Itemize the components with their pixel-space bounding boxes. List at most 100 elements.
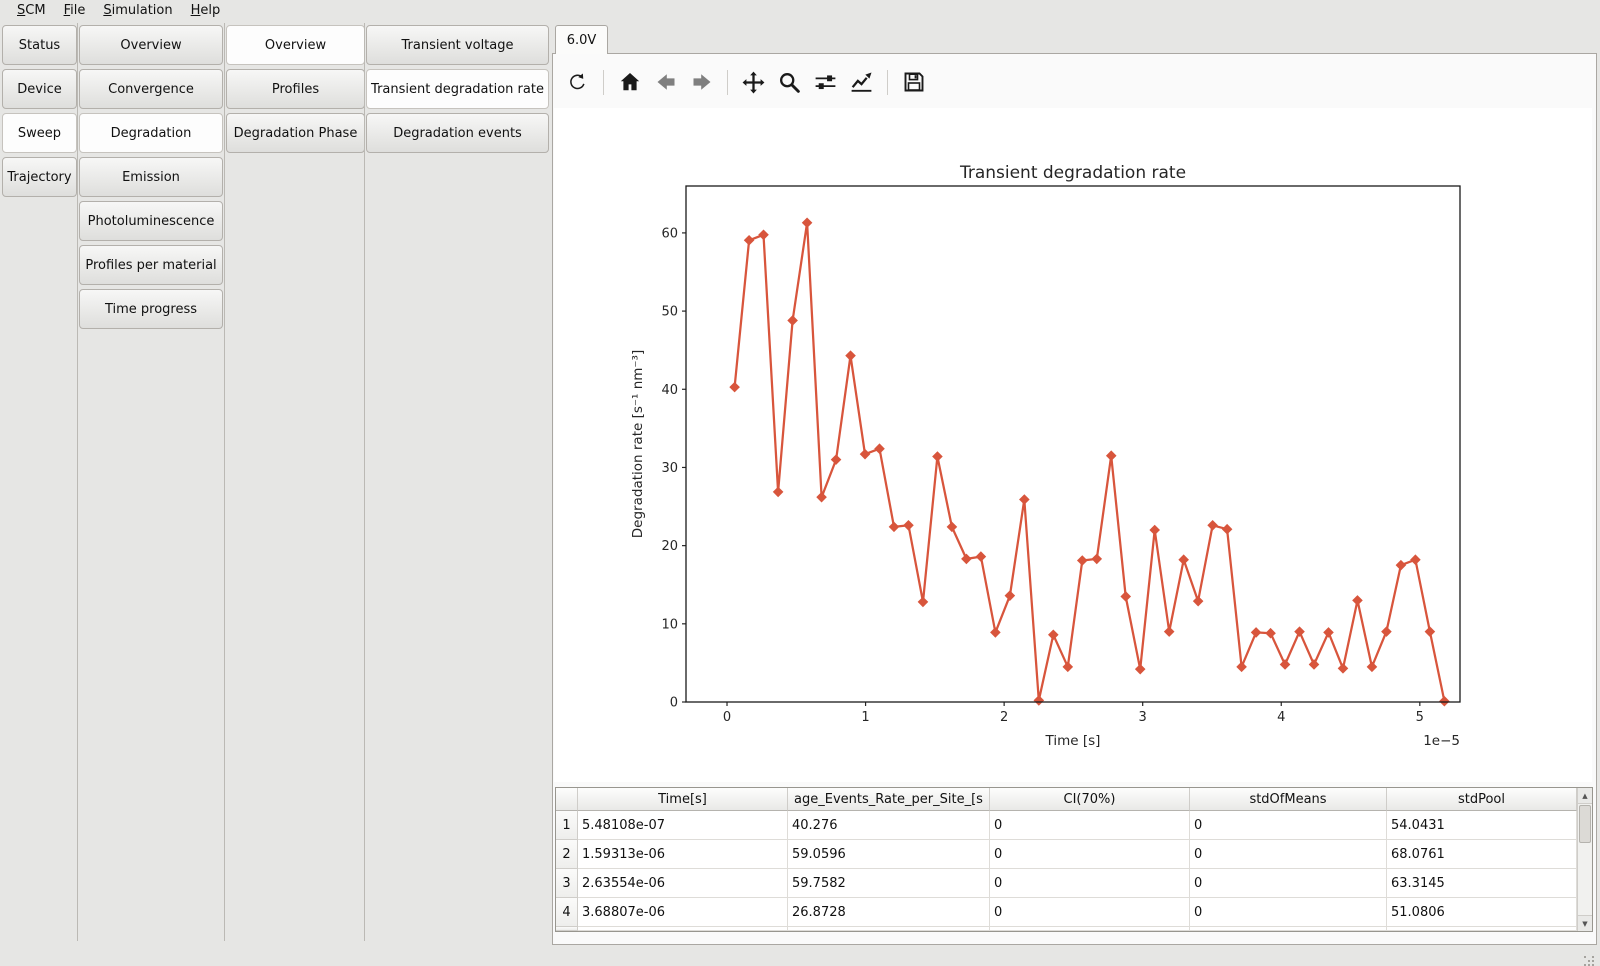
tab-photoluminescence[interactable]: Photoluminescence [79,201,223,241]
tab-degradation-phase[interactable]: Degradation Phase [226,113,365,153]
table-cell[interactable]: 0 [990,869,1190,898]
column-header-stdpool[interactable]: stdPool [1387,788,1577,811]
subplots-icon [813,70,838,95]
table-cell[interactable]: 0 [990,840,1190,869]
y-tick-label: 60 [661,226,678,241]
tab-sweep[interactable]: Sweep [2,113,77,153]
column-header-ci-70[interactable]: CI(70%) [990,788,1190,811]
table-cell[interactable]: 59.7582 [788,869,990,898]
data-marker [1425,626,1436,637]
table-cell[interactable]: 0 [990,898,1190,927]
plot-canvas[interactable]: 0123450102030405060Transient degradation… [554,108,1592,782]
tab-emission[interactable]: Emission [79,157,223,197]
data-marker [874,443,885,454]
forward-arrow-icon [690,70,714,94]
toolbar-separator [727,70,728,95]
refresh-button[interactable] [564,69,591,96]
save-icon [902,70,926,94]
table-cell[interactable]: 63.3145 [1387,869,1577,898]
tab-trajectory[interactable]: Trajectory [2,157,77,197]
table-cell[interactable]: 40.276 [788,811,990,840]
table-cell[interactable]: 5.48108e-07 [578,811,788,840]
row-number-cell[interactable]: 2 [556,840,578,869]
tab-overview[interactable]: Overview [226,25,365,65]
table-cell[interactable]: 2.63554e-06 [578,869,788,898]
table-cell[interactable]: 0 [1190,869,1387,898]
column-header-stdofmeans[interactable]: stdOfMeans [1190,788,1387,811]
back-button[interactable] [652,69,679,96]
data-marker [1193,596,1204,607]
table-cell[interactable]: 0 [1190,811,1387,840]
window-resize-grip[interactable] [1584,956,1586,958]
tab-status[interactable]: Status [2,25,77,65]
refresh-icon [566,71,589,94]
data-marker [1439,696,1450,707]
data-marker [1323,627,1334,638]
toolbar-separator [603,70,604,95]
save-button[interactable] [900,69,927,96]
table-cell [1190,927,1387,931]
data-marker [744,235,755,246]
row-number-cell[interactable]: 3 [556,869,578,898]
zoom-button[interactable] [776,69,803,96]
scrollbar-up-arrow-icon[interactable]: ▲ [1578,788,1592,804]
tab-convergence[interactable]: Convergence [79,69,223,109]
column-header-time-s[interactable]: Time[s] [578,788,788,811]
data-marker [1280,659,1291,670]
tab-transient-voltage[interactable]: Transient voltage [366,25,549,65]
data-marker [831,454,842,465]
row-number-cell[interactable]: 4 [556,898,578,927]
data-marker [1251,627,1262,638]
pan-button[interactable] [740,69,767,96]
menu-simulation[interactable]: Simulation [94,1,181,21]
menu-scm[interactable]: SCM [8,1,55,21]
table-cell[interactable]: 0 [1190,840,1387,869]
data-marker [1005,590,1016,601]
y-tick-label: 30 [661,461,678,476]
scrollbar-down-arrow-icon[interactable]: ▼ [1578,915,1592,931]
table-cell[interactable]: 0 [1190,898,1387,927]
toolbar-separator [887,70,888,95]
table-cell [578,927,788,931]
tab-overview[interactable]: Overview [79,25,223,65]
tab-degradation[interactable]: Degradation [79,113,223,153]
table-cell[interactable]: 0 [990,811,1190,840]
column-divider [364,23,365,941]
subplots-button[interactable] [812,69,839,96]
data-marker [903,520,914,531]
table-cell[interactable]: 3.68807e-06 [578,898,788,927]
table-vertical-scrollbar[interactable]: ▲ ▼ [1577,788,1592,931]
table-cell[interactable]: 51.0806 [1387,898,1577,927]
table-cell[interactable]: 54.0431 [1387,811,1577,840]
tab-transient-degradation-rate[interactable]: Transient degradation rate [366,69,549,109]
table-cell[interactable]: 1.59313e-06 [578,840,788,869]
scrollbar-thumb[interactable] [1579,805,1591,843]
column-header-age-events-rate-per-site-s[interactable]: age_Events_Rate_per_Site_[s [788,788,990,811]
table-row: 43.68807e-0626.87280051.0806 [556,898,1577,927]
x-tick-label: 5 [1416,710,1424,725]
tab-time-progress[interactable]: Time progress [79,289,223,329]
tab-6-0v[interactable]: 6.0V [555,25,608,54]
tab-profiles-per-material[interactable]: Profiles per material [79,245,223,285]
data-marker [961,554,972,565]
customize-axes-icon [849,70,874,95]
menu-help[interactable]: Help [182,1,230,21]
row-number-cell[interactable]: 1 [556,811,578,840]
data-marker [1294,626,1305,637]
table-cell[interactable]: 68.0761 [1387,840,1577,869]
customize-button[interactable] [848,69,875,96]
tab-device[interactable]: Device [2,69,77,109]
corner-header-cell[interactable] [556,788,578,811]
table-cell[interactable]: 59.0596 [788,840,990,869]
data-line [735,223,1445,702]
data-marker [1222,524,1233,535]
tab-profiles[interactable]: Profiles [226,69,365,109]
table-row-partial [556,927,1577,931]
menu-file[interactable]: File [55,1,95,21]
x-axis-offset-label: 1e−5 [1423,733,1460,749]
home-button[interactable] [616,69,643,96]
forward-button[interactable] [688,69,715,96]
tab-degradation-events[interactable]: Degradation events [366,113,549,153]
table-cell[interactable]: 26.8728 [788,898,990,927]
table-header-row: Time[s]age_Events_Rate_per_Site_[sCI(70%… [556,788,1577,811]
